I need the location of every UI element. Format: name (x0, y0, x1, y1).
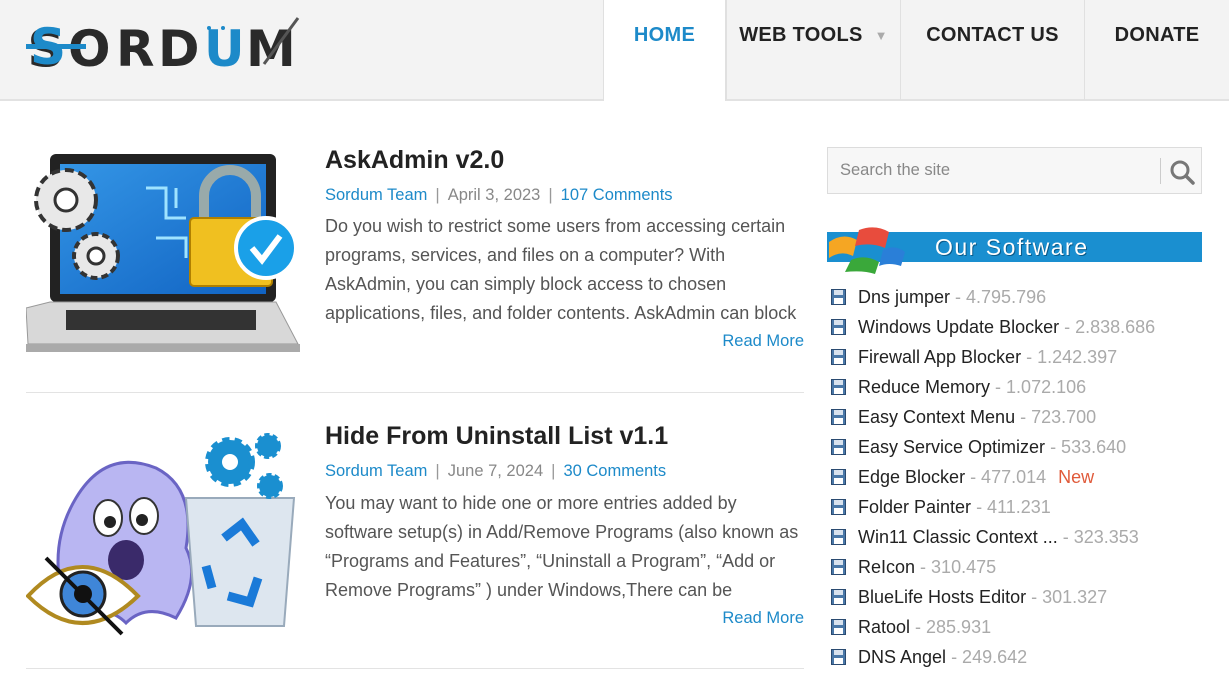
software-name[interactable]: Win11 Classic Context ... (858, 527, 1058, 548)
read-more-link[interactable]: Read More (722, 332, 804, 351)
software-item[interactable]: Easy Context Menu - 723.700 (831, 402, 1211, 432)
software-name[interactable]: Windows Update Blocker (858, 317, 1059, 338)
software-item[interactable]: Edge Blocker - 477.014 New (831, 462, 1211, 492)
software-list: Dns jumper - 4.795.796 Windows Update Bloc… (831, 282, 1211, 672)
download-count: - 1.072.106 (995, 376, 1087, 397)
floppy-disk-icon (831, 409, 846, 425)
floppy-disk-icon (831, 499, 846, 515)
nav-contact-label: CONTACT US (926, 23, 1059, 46)
new-badge: New (1058, 466, 1095, 487)
post-meta: Sordum Team | June 7, 2024 | 30 Comments (325, 462, 667, 480)
download-count: - 723.700 (1020, 406, 1097, 427)
software-item[interactable]: Ratool - 285.931 (831, 612, 1211, 642)
download-count: - 2.838.686 (1064, 316, 1156, 337)
nav-contact-us[interactable]: CONTACT US (900, 0, 1084, 100)
our-software-title: Our Software (935, 234, 1089, 260)
post-author[interactable]: Sordum Team (325, 462, 427, 480)
nav-home[interactable]: HOME (603, 0, 726, 101)
site-header: S S O R D U M HOME WEB TOOLS ▼ CONTACT U… (0, 0, 1229, 101)
software-name[interactable]: Reduce Memory (858, 377, 990, 398)
software-item[interactable]: Dns jumper - 4.795.796 (831, 282, 1211, 312)
svg-text:D: D (158, 20, 200, 76)
post-author[interactable]: Sordum Team (325, 186, 427, 204)
floppy-disk-icon (831, 469, 846, 485)
software-name[interactable]: Dns jumper (858, 287, 950, 308)
our-software-banner: Our Software (827, 222, 1202, 274)
download-count: - 310.475 (920, 556, 997, 577)
floppy-disk-icon (831, 619, 846, 635)
sidebar-search (827, 147, 1202, 194)
search-input[interactable] (828, 148, 1158, 193)
download-count: - 1.242.397 (1026, 346, 1118, 367)
floppy-disk-icon (831, 319, 846, 335)
software-item[interactable]: Easy Service Optimizer - 533.640 (831, 432, 1211, 462)
download-count: - 249.642 (951, 646, 1028, 667)
software-name[interactable]: Easy Service Optimizer (858, 437, 1045, 458)
software-name[interactable]: BlueLife Hosts Editor (858, 587, 1026, 608)
download-count: - 323.353 (1062, 526, 1139, 547)
floppy-disk-icon (831, 649, 846, 665)
post-askadmin: AskAdmin v2.0 Sordum Team | April 3, 2023 |… (26, 140, 804, 380)
sordum-logo[interactable]: S S O R D U M (26, 14, 306, 76)
windows-flag-icon (829, 227, 905, 274)
floppy-disk-icon (831, 349, 846, 365)
software-item[interactable]: Win11 Classic Context ... - 323.353 (831, 522, 1211, 552)
download-count: - 285.931 (915, 616, 992, 637)
post-title[interactable]: Hide From Uninstall List v1.1 (325, 422, 668, 451)
read-more-link[interactable]: Read More (722, 609, 804, 628)
post-meta: Sordum Team | April 3, 2023 | 107 Comments (325, 186, 673, 204)
software-item[interactable]: DNS Angel - 249.642 (831, 642, 1211, 672)
post-divider (26, 392, 804, 393)
download-count: - 411.231 (976, 496, 1051, 517)
search-separator (1160, 158, 1161, 184)
download-count: - 533.640 (1050, 436, 1127, 457)
nav-web-tools-label: WEB TOOLS (739, 23, 863, 46)
floppy-disk-icon (831, 529, 846, 545)
software-name[interactable]: Ratool (858, 617, 910, 638)
nav-donate-label: DONATE (1114, 23, 1200, 46)
software-name[interactable]: DNS Angel (858, 647, 946, 668)
software-item[interactable]: Windows Update Blocker - 2.838.686 (831, 312, 1211, 342)
software-item[interactable]: Folder Painter - 411.231 (831, 492, 1211, 522)
software-item[interactable]: ReIcon - 310.475 (831, 552, 1211, 582)
search-icon[interactable] (1168, 158, 1196, 186)
post-comments[interactable]: 107 Comments (561, 186, 673, 204)
download-count: - 301.327 (1031, 586, 1108, 607)
software-name[interactable]: Firewall App Blocker (858, 347, 1021, 368)
floppy-disk-icon (831, 559, 846, 575)
download-count: - 477.014 (970, 466, 1047, 487)
post-excerpt: Do you wish to restrict some users from … (325, 216, 797, 323)
svg-text:R: R (116, 20, 155, 76)
post-excerpt: You may want to hide one or more entries… (325, 493, 799, 600)
nav-web-tools[interactable]: WEB TOOLS ▼ (726, 0, 900, 100)
svg-text:M: M (246, 20, 296, 76)
post-hide-from-uninstall: Hide From Uninstall List v1.1 Sordum Tea… (26, 416, 804, 656)
nav-donate[interactable]: DONATE (1084, 0, 1229, 100)
post-date: June 7, 2024 (447, 462, 544, 480)
software-name[interactable]: ReIcon (858, 557, 915, 578)
download-count: - 4.795.796 (955, 286, 1047, 307)
software-item[interactable]: Firewall App Blocker - 1.242.397 (831, 342, 1211, 372)
software-item[interactable]: Reduce Memory - 1.072.106 (831, 372, 1211, 402)
dropdown-arrow-icon: ▼ (874, 27, 888, 43)
floppy-disk-icon (831, 439, 846, 455)
floppy-disk-icon (831, 379, 846, 395)
post-title[interactable]: AskAdmin v2.0 (325, 146, 504, 175)
ghost-recycle-thumbnail[interactable] (26, 428, 300, 638)
nav-home-label: HOME (633, 24, 696, 46)
askadmin-thumbnail[interactable] (26, 148, 300, 358)
software-item[interactable]: BlueLife Hosts Editor - 301.327 (831, 582, 1211, 612)
software-name[interactable]: Edge Blocker (858, 467, 965, 488)
post-divider (26, 668, 804, 669)
floppy-disk-icon (831, 589, 846, 605)
software-name[interactable]: Folder Painter (858, 497, 971, 518)
post-comments[interactable]: 30 Comments (563, 462, 666, 480)
floppy-disk-icon (831, 289, 846, 305)
post-date: April 3, 2023 (447, 186, 541, 204)
software-name[interactable]: Easy Context Menu (858, 407, 1015, 428)
